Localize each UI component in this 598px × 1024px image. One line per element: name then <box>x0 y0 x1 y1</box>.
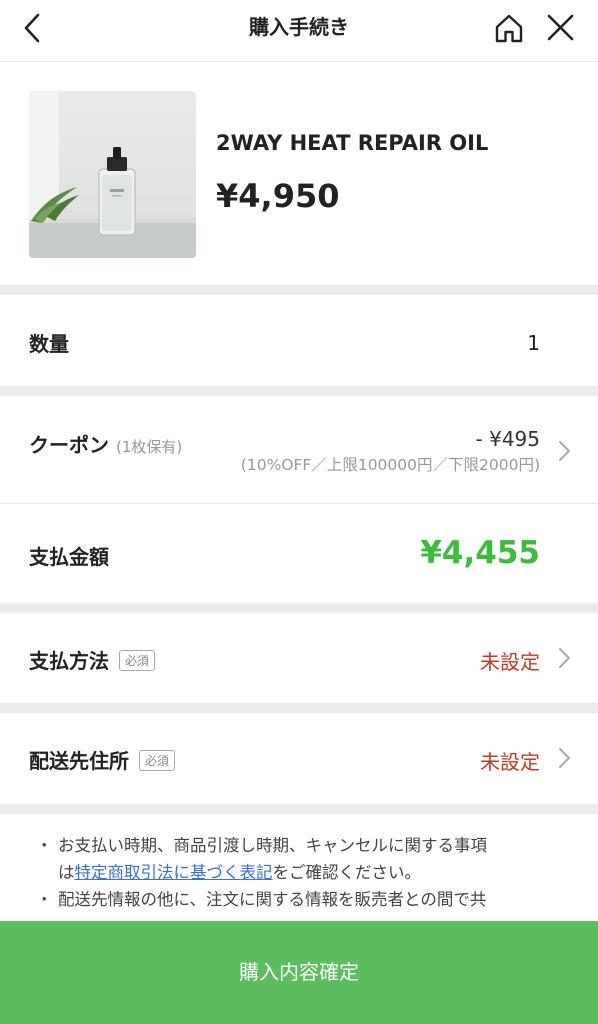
product-name: 2WAY HEAT REPAIR OIL <box>216 131 489 155</box>
required-badge: 必須 <box>119 650 156 671</box>
coupon-row[interactable]: クーポン (1枚保有) - ¥495 (10%OFF／上限100000円／下限2… <box>0 396 598 504</box>
required-badge: 必須 <box>139 750 176 771</box>
chevron-right-icon[interactable] <box>555 745 575 771</box>
shipping-address-row[interactable]: 配送先住所 必須 未設定 <box>0 713 598 804</box>
quantity-value[interactable]: 1 <box>527 331 540 355</box>
section-divider <box>0 386 598 396</box>
quantity-label: 数量 <box>29 332 69 356</box>
quantity-row[interactable]: 数量 1 <box>0 295 598 386</box>
header-bar: 購入手続き <box>0 0 598 62</box>
shipping-address-status: 未設定 <box>480 750 540 774</box>
coupon-held-count: (1枚保有) <box>115 438 183 456</box>
note-item-continuation: は特定商取引法に基づく表記をご確認ください。 <box>58 859 421 886</box>
coupon-discount: - ¥495 <box>475 427 540 451</box>
notes-section: ・お支払い時期、商品引渡し時期、キャンセルに関する事項 は特定商取引法に基づく表… <box>0 814 598 924</box>
coupon-label: クーポン (1枚保有) <box>29 429 182 458</box>
bullet: ・ <box>36 836 53 855</box>
product-price: ¥4,950 <box>216 177 340 215</box>
coupon-detail: (10%OFF／上限100000円／下限2000円) <box>240 456 540 474</box>
shipping-address-label: 配送先住所 必須 <box>29 745 176 774</box>
confirm-purchase-button[interactable]: 購入内容確定 <box>0 921 598 1024</box>
payment-method-title: 支払方法 <box>29 649 109 673</box>
note-text: 配送先情報の他に、注文に関する情報を販売者との間で共 <box>58 890 487 909</box>
shipping-address-title: 配送先住所 <box>29 749 129 773</box>
note-item: ・お支払い時期、商品引渡し時期、キャンセルに関する事項 <box>36 832 487 859</box>
note-text: は <box>58 863 75 882</box>
note-item: ・配送先情報の他に、注文に関する情報を販売者との間で共 <box>36 886 486 913</box>
section-divider <box>0 804 598 814</box>
section-divider <box>0 703 598 713</box>
total-amount: ¥4,455 <box>420 535 540 571</box>
total-label: 支払金額 <box>29 545 109 569</box>
section-divider <box>0 603 598 613</box>
payment-method-row[interactable]: 支払方法 必須 未設定 <box>0 613 598 703</box>
chevron-right-icon[interactable] <box>555 438 575 464</box>
payment-method-label: 支払方法 必須 <box>29 645 156 674</box>
product-summary: 2WAY HEAT REPAIR OIL ¥4,950 <box>0 63 598 285</box>
product-image <box>29 91 196 258</box>
legal-notice-link[interactable]: 特定商取引法に基づく表記 <box>75 863 273 882</box>
chevron-right-icon[interactable] <box>555 645 575 671</box>
section-divider <box>0 285 598 295</box>
close-icon[interactable] <box>541 8 581 48</box>
bullet: ・ <box>36 890 53 909</box>
payment-method-status: 未設定 <box>480 650 540 674</box>
home-icon[interactable] <box>489 8 529 48</box>
coupon-title: クーポン <box>29 433 109 457</box>
note-text: をご確認ください。 <box>272 863 422 882</box>
note-text: お支払い時期、商品引渡し時期、キャンセルに関する事項 <box>58 836 487 855</box>
total-row: 支払金額 ¥4,455 <box>0 505 598 603</box>
